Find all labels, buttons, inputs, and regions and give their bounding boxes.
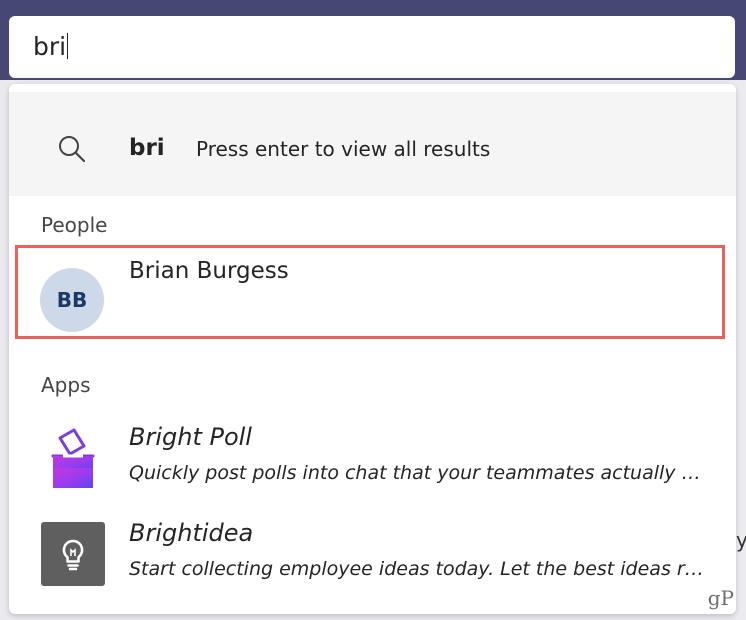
lightbulb-icon (41, 522, 105, 586)
app-name: Bright Poll (129, 423, 252, 451)
search-query-text: bri (129, 135, 165, 161)
search-input-value: bri (33, 32, 67, 61)
ballot-box-icon (51, 428, 95, 488)
search-icon (59, 136, 86, 163)
person-result-row[interactable]: BB Brian Burgess (15, 245, 725, 339)
apps-section-label: Apps (41, 373, 91, 397)
people-section-label: People (41, 213, 108, 237)
app-description: Quickly post polls into chat that your t… (129, 462, 704, 484)
person-name: Brian Burgess (129, 258, 289, 284)
search-input[interactable]: bri (9, 16, 735, 78)
app-name: Brightidea (129, 519, 254, 547)
app-result-row-bright-poll[interactable]: Bright Poll Quickly post polls into chat… (9, 418, 736, 508)
search-suggestions-dropdown: bri Press enter to view all results Peop… (9, 84, 736, 614)
avatar: BB (40, 268, 104, 332)
text-caret (67, 33, 69, 59)
search-hint-text: Press enter to view all results (196, 137, 491, 161)
app-result-row-brightidea[interactable]: Brightidea Start collecting employee ide… (9, 514, 736, 604)
search-all-results-row[interactable]: bri Press enter to view all results (9, 92, 736, 196)
site-watermark: gP (707, 586, 734, 610)
background-partial-text: y (736, 528, 746, 552)
app-description: Start collecting employee ideas today. L… (129, 558, 704, 580)
